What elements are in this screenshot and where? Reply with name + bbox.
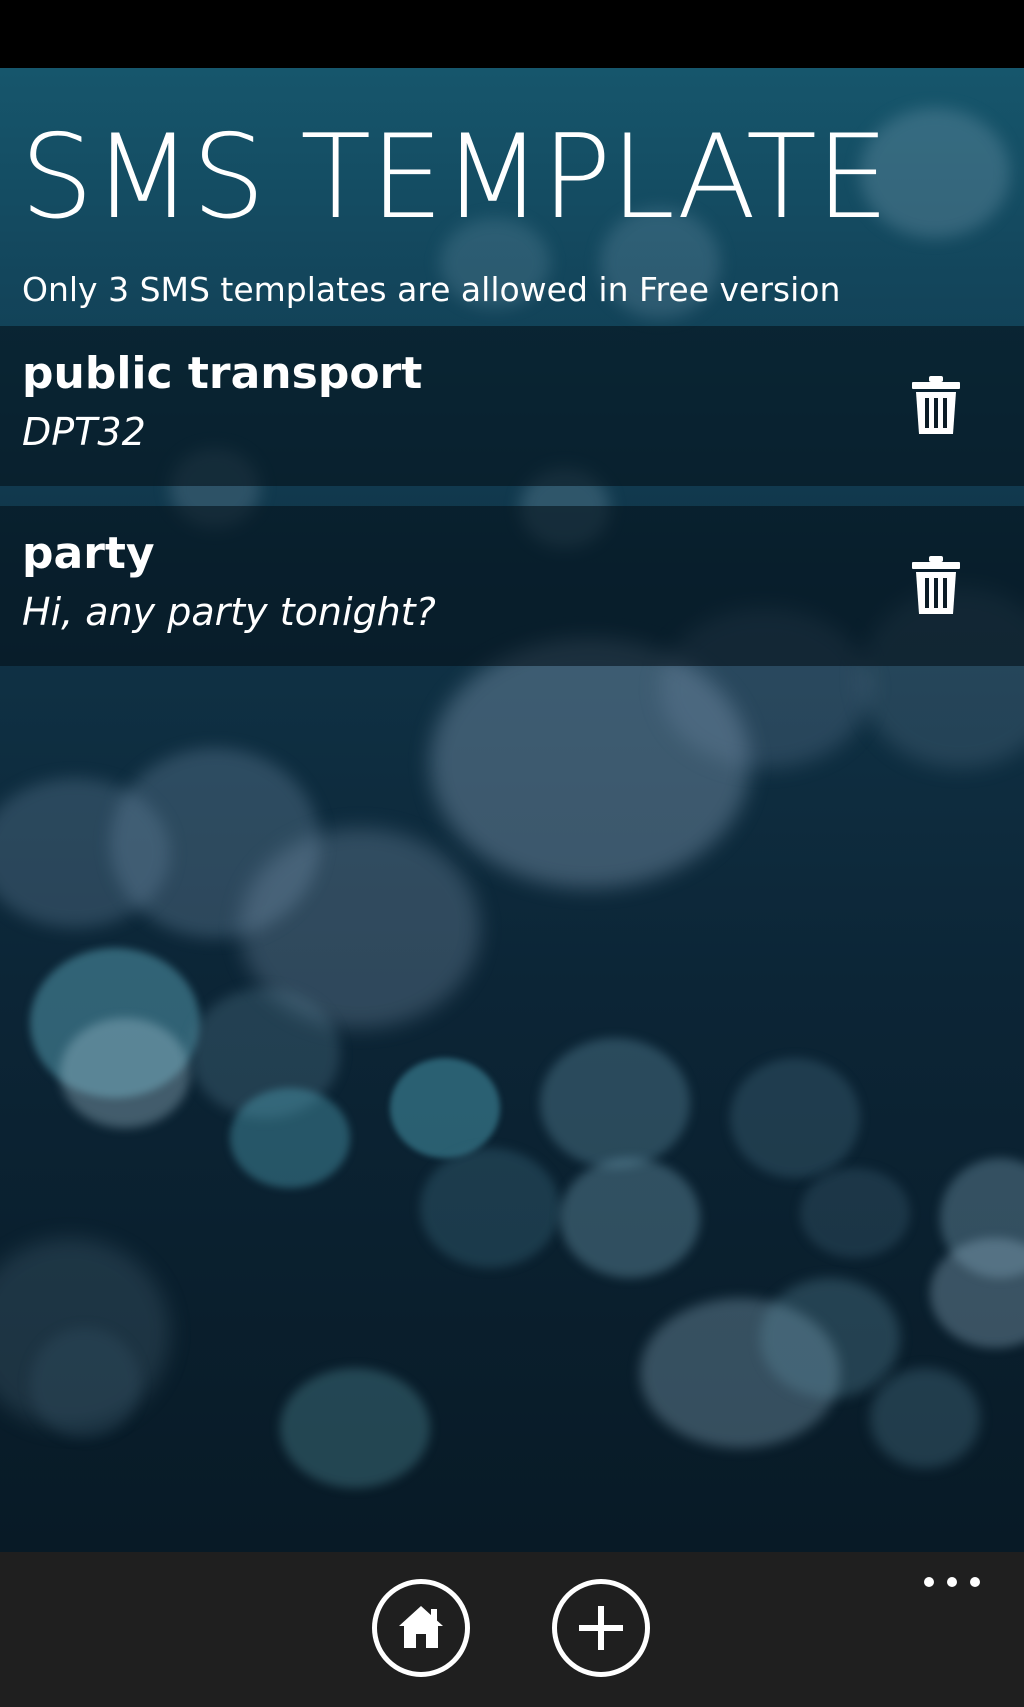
add-button[interactable] <box>552 1579 650 1677</box>
template-list: public transport DPT32 party Hi, any par… <box>0 326 1024 686</box>
template-text: DPT32 <box>22 410 146 454</box>
list-item[interactable]: public transport DPT32 <box>0 326 1024 486</box>
free-version-notice: Only 3 SMS templates are allowed in Free… <box>22 270 841 309</box>
delete-button[interactable] <box>910 554 962 616</box>
status-bar <box>0 0 1024 68</box>
bokeh-decoration <box>640 1298 840 1448</box>
bokeh-decoration <box>420 1148 560 1268</box>
bokeh-decoration <box>390 1058 500 1158</box>
bokeh-decoration <box>0 1238 170 1428</box>
bokeh-decoration <box>240 828 480 1028</box>
template-text: Hi, any party tonight? <box>22 590 436 634</box>
bokeh-decoration <box>930 1238 1024 1348</box>
bokeh-decoration <box>60 1018 190 1128</box>
delete-button[interactable] <box>910 374 962 436</box>
bokeh-decoration <box>870 1368 980 1468</box>
bokeh-decoration <box>800 1168 910 1258</box>
bokeh-decoration <box>30 948 200 1098</box>
home-button[interactable] <box>372 1579 470 1677</box>
bokeh-decoration <box>280 1368 430 1488</box>
bokeh-decoration <box>110 748 320 938</box>
bokeh-decoration <box>540 1038 690 1168</box>
template-name: public transport <box>22 348 423 399</box>
page-background: SMS TEMPLATE Only 3 SMS templates are al… <box>0 68 1024 1552</box>
app-bar <box>0 1552 1024 1707</box>
bokeh-decoration <box>730 1058 860 1178</box>
bokeh-decoration <box>30 1328 140 1438</box>
bokeh-decoration <box>0 778 170 928</box>
list-item[interactable]: party Hi, any party tonight? <box>0 506 1024 666</box>
trash-icon <box>912 376 960 434</box>
template-name: party <box>22 528 155 579</box>
page-title: SMS TEMPLATE <box>20 110 889 245</box>
bokeh-decoration <box>940 1158 1024 1278</box>
home-icon <box>399 1606 443 1648</box>
bokeh-decoration <box>760 1278 900 1398</box>
bokeh-decoration <box>560 1158 700 1278</box>
add-icon <box>579 1606 623 1650</box>
bokeh-decoration <box>190 988 340 1118</box>
bokeh-decoration <box>230 1088 350 1188</box>
trash-icon <box>912 556 960 614</box>
more-options-button[interactable] <box>914 1562 994 1602</box>
